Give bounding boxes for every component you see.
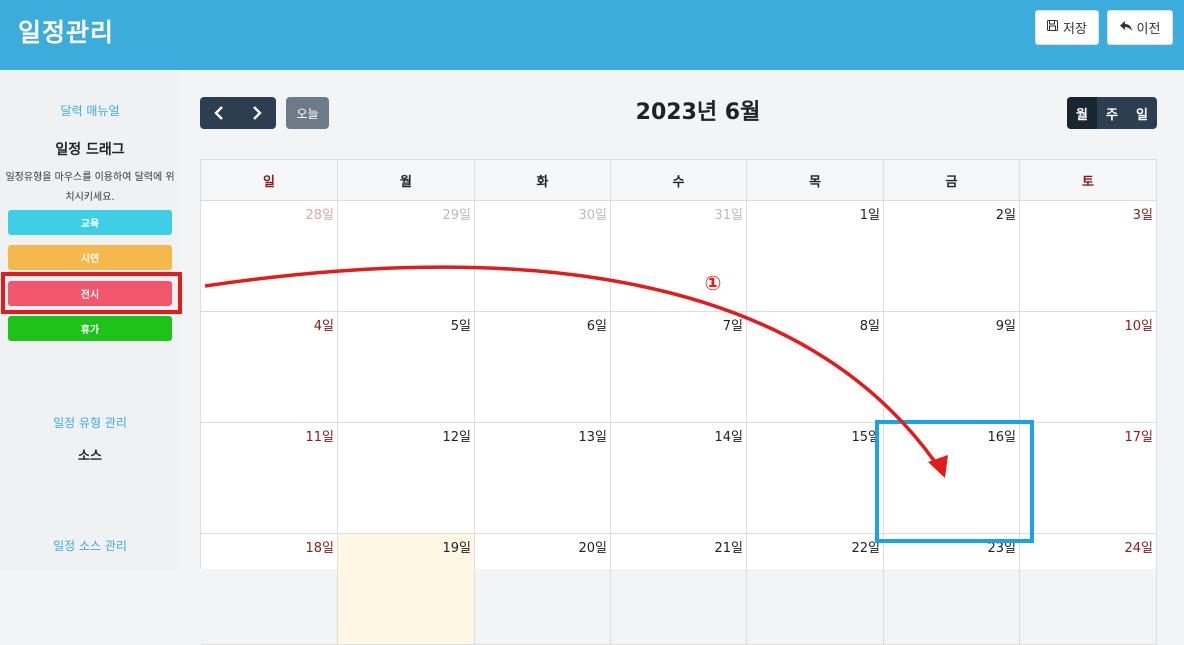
day-cell[interactable]: 14일: [611, 423, 747, 534]
day-cell[interactable]: 4일: [201, 312, 338, 423]
weekday-header: 월: [338, 160, 475, 201]
day-cell[interactable]: 7일: [611, 312, 747, 423]
today-button[interactable]: 오늘: [286, 97, 329, 129]
weekday-header: 토: [1020, 160, 1157, 201]
view-week-button[interactable]: 주: [1097, 97, 1127, 129]
day-number: 9일: [995, 319, 1016, 334]
day-number: 19일: [442, 541, 471, 556]
day-cell[interactable]: 10일: [1020, 312, 1157, 423]
day-number: 30일: [578, 208, 607, 223]
event-source-manage-link[interactable]: 일정 소스 관리: [0, 537, 180, 554]
source-heading: 소스: [78, 449, 102, 464]
day-cell[interactable]: 31일: [611, 201, 747, 312]
day-number: 20일: [578, 541, 607, 556]
day-number: 6일: [586, 319, 607, 334]
app-title: 일정관리: [18, 18, 115, 47]
view-switcher: 월 주 일: [1067, 97, 1157, 129]
day-number: 21일: [714, 541, 743, 556]
weekday-header: 금: [884, 160, 1020, 201]
day-number: 2일: [995, 208, 1016, 223]
reply-icon: [1119, 20, 1132, 35]
day-number: 4일: [313, 319, 334, 334]
drag-description: 일정유형을 마우스를 이용하여 달력에 위치시키세요.: [5, 172, 175, 203]
weekday-header: 일: [201, 160, 338, 201]
day-cell[interactable]: 6일: [475, 312, 611, 423]
day-number: 12일: [442, 430, 471, 445]
save-icon: [1047, 20, 1059, 35]
prev-button[interactable]: [200, 97, 238, 129]
weekday-header: 목: [747, 160, 884, 201]
calendar-title: 2023년 6월: [635, 100, 761, 125]
day-cell[interactable]: 12일: [338, 423, 475, 534]
day-number: 1일: [859, 208, 880, 223]
day-cell[interactable]: 20일: [475, 534, 611, 645]
day-number: 23일: [987, 541, 1016, 556]
day-cell[interactable]: 29일: [338, 201, 475, 312]
day-cell[interactable]: 13일: [475, 423, 611, 534]
event-type-vacation[interactable]: 휴가: [8, 316, 172, 341]
day-cell[interactable]: 23일: [884, 534, 1020, 645]
weekday-header: 수: [611, 160, 747, 201]
day-cell[interactable]: 17일: [1020, 423, 1157, 534]
day-number: 28일: [305, 208, 334, 223]
day-number: 8일: [859, 319, 880, 334]
day-cell[interactable]: 1일: [747, 201, 884, 312]
day-cell[interactable]: 9일: [884, 312, 1020, 423]
weekday-header: 화: [475, 160, 611, 201]
day-cell[interactable]: 22일: [747, 534, 884, 645]
prev-next-group: [200, 97, 276, 129]
day-cell[interactable]: 16일: [884, 423, 1020, 534]
month-calendar: 일 월 화 수 목 금 토 28일 29일 30일 31일 1일 2일 3일 4일 5일 6일 7일 8일 9일 10일…: [200, 159, 1157, 645]
day-number: 10일: [1124, 319, 1153, 334]
day-cell[interactable]: 19일: [338, 534, 475, 645]
drag-heading: 일정 드래그: [55, 142, 125, 158]
chevron-right-icon: [253, 106, 262, 120]
day-number: 24일: [1124, 541, 1153, 556]
day-number: 18일: [305, 541, 334, 556]
save-label: 저장: [1063, 22, 1087, 37]
day-number: 22일: [851, 541, 880, 556]
chevron-left-icon: [214, 106, 223, 120]
day-number: 13일: [578, 430, 607, 445]
view-month-button[interactable]: 월: [1067, 97, 1097, 129]
day-number: 17일: [1124, 430, 1153, 445]
day-cell[interactable]: 18일: [201, 534, 338, 645]
day-cell[interactable]: 30일: [475, 201, 611, 312]
day-number: 5일: [450, 319, 471, 334]
day-cell[interactable]: 3일: [1020, 201, 1157, 312]
day-number: 3일: [1132, 208, 1153, 223]
day-number: 7일: [722, 319, 743, 334]
save-button[interactable]: 저장: [1035, 10, 1099, 45]
day-cell[interactable]: 28일: [201, 201, 338, 312]
day-cell[interactable]: 2일: [884, 201, 1020, 312]
day-cell[interactable]: 5일: [338, 312, 475, 423]
day-number: 16일: [987, 430, 1016, 445]
event-type-exhibition[interactable]: 전시: [8, 281, 172, 306]
back-button[interactable]: 이전: [1107, 10, 1173, 45]
calendar-manual-link[interactable]: 달력 매뉴얼: [0, 102, 180, 119]
event-type-manage-link[interactable]: 일정 유형 관리: [0, 414, 180, 431]
next-button[interactable]: [238, 97, 276, 129]
sidebar: 달력 매뉴얼 일정 드래그 일정유형을 마우스를 이용하여 달력에 위치시키세요…: [0, 70, 180, 569]
day-number: 31일: [714, 208, 743, 223]
day-number: 15일: [851, 430, 880, 445]
day-number: 14일: [714, 430, 743, 445]
app-header: 일정관리 저장 이전: [0, 0, 1184, 70]
day-cell[interactable]: 8일: [747, 312, 884, 423]
day-number: 29일: [442, 208, 471, 223]
day-cell[interactable]: 24일: [1020, 534, 1157, 645]
event-type-demo[interactable]: 시연: [8, 245, 172, 270]
day-cell[interactable]: 21일: [611, 534, 747, 645]
day-cell[interactable]: 11일: [201, 423, 338, 534]
day-number: 11일: [305, 430, 334, 445]
back-label: 이전: [1136, 22, 1161, 37]
day-cell[interactable]: 15일: [747, 423, 884, 534]
view-day-button[interactable]: 일: [1127, 97, 1157, 129]
event-type-education[interactable]: 교육: [8, 210, 172, 235]
